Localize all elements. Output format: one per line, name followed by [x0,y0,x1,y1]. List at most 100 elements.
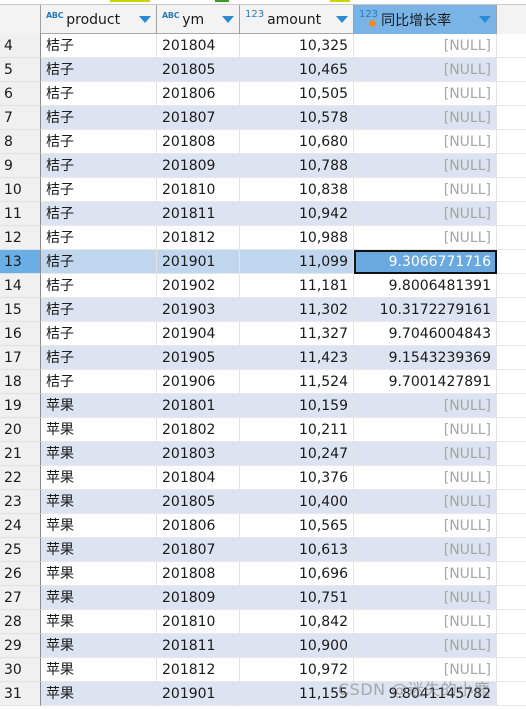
product-cell[interactable]: 苹果 [41,394,157,418]
row-number-cell[interactable]: 24 [0,514,41,538]
yoy-growth-cell[interactable]: [NULL] [354,82,497,106]
amount-cell[interactable]: 10,376 [240,466,354,490]
amount-cell[interactable]: 10,838 [240,178,354,202]
table-row[interactable]: 28 苹果 201810 10,842 [NULL] [0,610,526,634]
product-cell[interactable]: 桔子 [41,274,157,298]
yoy-growth-cell[interactable]: [NULL] [354,394,497,418]
yoy-growth-cell[interactable]: [NULL] [354,202,497,226]
product-cell[interactable]: 桔子 [41,106,157,130]
yoy-growth-cell[interactable]: [NULL] [354,58,497,82]
amount-cell[interactable]: 10,680 [240,130,354,154]
ym-cell[interactable]: 201902 [157,274,240,298]
table-row[interactable]: 31 苹果 201901 11,155 9.8041145782 [0,682,526,706]
column-header-ym[interactable]: ABC ym [157,5,240,34]
yoy-growth-cell[interactable]: [NULL] [354,106,497,130]
amount-cell[interactable]: 11,099 [240,250,354,274]
row-number-cell[interactable]: 22 [0,466,41,490]
ym-cell[interactable]: 201810 [157,178,240,202]
table-row[interactable]: 23 苹果 201805 10,400 [NULL] [0,490,526,514]
column-header-yoy-growth[interactable]: 123 同比增长率 [354,5,497,34]
yoy-growth-cell[interactable]: [NULL] [354,658,497,682]
row-number-cell[interactable]: 10 [0,178,41,202]
amount-cell[interactable]: 10,972 [240,658,354,682]
yoy-growth-cell[interactable]: [NULL] [354,562,497,586]
row-number-cell[interactable]: 4 [0,34,41,58]
row-number-cell[interactable]: 19 [0,394,41,418]
row-number-cell[interactable]: 26 [0,562,41,586]
row-number-header[interactable] [0,5,41,34]
product-cell[interactable]: 苹果 [41,634,157,658]
product-cell[interactable]: 苹果 [41,562,157,586]
amount-cell[interactable]: 10,613 [240,538,354,562]
product-cell[interactable]: 桔子 [41,322,157,346]
yoy-growth-cell[interactable]: 9.3066771716 [354,250,497,274]
product-cell[interactable]: 苹果 [41,538,157,562]
amount-cell[interactable]: 10,842 [240,610,354,634]
ym-cell[interactable]: 201810 [157,610,240,634]
sort-filter-icon[interactable] [479,16,491,23]
table-row[interactable]: 11 桔子 201811 10,942 [NULL] [0,202,526,226]
ym-cell[interactable]: 201805 [157,490,240,514]
row-number-cell[interactable]: 21 [0,442,41,466]
table-row[interactable]: 17 桔子 201905 11,423 9.1543239369 [0,346,526,370]
table-row[interactable]: 4 桔子 201804 10,325 [NULL] [0,34,526,58]
ym-cell[interactable]: 201906 [157,370,240,394]
yoy-growth-cell[interactable]: [NULL] [354,634,497,658]
amount-cell[interactable]: 10,578 [240,106,354,130]
row-number-cell[interactable]: 30 [0,658,41,682]
table-row[interactable]: 18 桔子 201906 11,524 9.7001427891 [0,370,526,394]
result-grid[interactable]: ABC product ABC ym 123 amount 123 同比增长率 … [0,4,526,706]
ym-cell[interactable]: 201812 [157,226,240,250]
yoy-growth-cell[interactable]: [NULL] [354,178,497,202]
product-cell[interactable]: 苹果 [41,418,157,442]
yoy-growth-cell[interactable]: 10.3172279161 [354,298,497,322]
yoy-growth-cell[interactable]: 9.8006481391 [354,274,497,298]
amount-cell[interactable]: 11,181 [240,274,354,298]
yoy-growth-cell[interactable]: [NULL] [354,226,497,250]
table-row[interactable]: 21 苹果 201803 10,247 [NULL] [0,442,526,466]
table-row[interactable]: 14 桔子 201902 11,181 9.8006481391 [0,274,526,298]
yoy-growth-cell[interactable]: 9.7046004843 [354,322,497,346]
amount-cell[interactable]: 10,211 [240,418,354,442]
yoy-growth-cell[interactable]: 9.1543239369 [354,346,497,370]
yoy-growth-cell[interactable]: [NULL] [354,442,497,466]
row-number-cell[interactable]: 20 [0,418,41,442]
table-row[interactable]: 10 桔子 201810 10,838 [NULL] [0,178,526,202]
row-number-cell[interactable]: 14 [0,274,41,298]
ym-cell[interactable]: 201811 [157,202,240,226]
table-row[interactable]: 29 苹果 201811 10,900 [NULL] [0,634,526,658]
ym-cell[interactable]: 201808 [157,130,240,154]
row-number-cell[interactable]: 13 [0,250,41,274]
product-cell[interactable]: 苹果 [41,442,157,466]
ym-cell[interactable]: 201807 [157,538,240,562]
row-number-cell[interactable]: 29 [0,634,41,658]
table-row[interactable]: 6 桔子 201806 10,505 [NULL] [0,82,526,106]
row-number-cell[interactable]: 16 [0,322,41,346]
ym-cell[interactable]: 201901 [157,250,240,274]
row-number-cell[interactable]: 27 [0,586,41,610]
table-row[interactable]: 20 苹果 201802 10,211 [NULL] [0,418,526,442]
table-row[interactable]: 25 苹果 201807 10,613 [NULL] [0,538,526,562]
column-header-product[interactable]: ABC product [41,5,157,34]
table-row[interactable]: 13 桔子 201901 11,099 9.3066771716 [0,250,526,274]
row-number-cell[interactable]: 12 [0,226,41,250]
ym-cell[interactable]: 201809 [157,586,240,610]
amount-cell[interactable]: 10,159 [240,394,354,418]
sort-filter-icon[interactable] [222,16,234,23]
ym-cell[interactable]: 201903 [157,298,240,322]
row-number-cell[interactable]: 25 [0,538,41,562]
amount-cell[interactable]: 10,900 [240,634,354,658]
product-cell[interactable]: 苹果 [41,610,157,634]
table-row[interactable]: 27 苹果 201809 10,751 [NULL] [0,586,526,610]
table-row[interactable]: 24 苹果 201806 10,565 [NULL] [0,514,526,538]
yoy-growth-cell[interactable]: [NULL] [354,154,497,178]
product-cell[interactable]: 桔子 [41,346,157,370]
product-cell[interactable]: 苹果 [41,586,157,610]
table-row[interactable]: 9 桔子 201809 10,788 [NULL] [0,154,526,178]
row-number-cell[interactable]: 11 [0,202,41,226]
product-cell[interactable]: 桔子 [41,298,157,322]
ym-cell[interactable]: 201805 [157,58,240,82]
amount-cell[interactable]: 10,565 [240,514,354,538]
product-cell[interactable]: 苹果 [41,466,157,490]
product-cell[interactable]: 桔子 [41,250,157,274]
